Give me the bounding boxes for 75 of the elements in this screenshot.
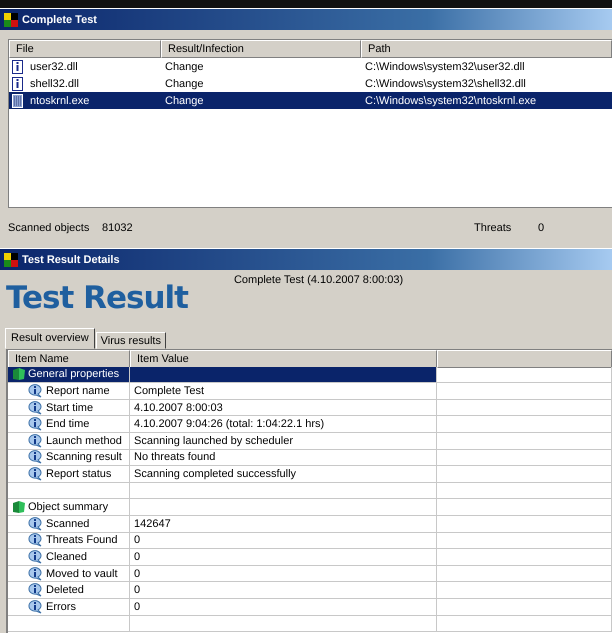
info-icon: [28, 417, 44, 432]
item-value: 0: [130, 598, 437, 616]
app-logo-icon: [4, 12, 18, 26]
info-icon: [28, 583, 44, 598]
item-value: No threats found: [130, 450, 437, 466]
column-header[interactable]: Item Value: [130, 350, 437, 368]
item-name: Report status: [46, 468, 112, 480]
item-value: 142647: [130, 516, 437, 533]
info-icon: [28, 600, 44, 614]
file-row[interactable]: ntoskrnl.exe Change C:\Windows\system32\ntoskrnl.exe: [9, 92, 612, 109]
result-text: Change: [164, 94, 205, 106]
item-name: Cleaned: [46, 550, 87, 563]
scanned-label: Scanned objects: [8, 222, 90, 234]
item-name: Moved to vault: [46, 568, 118, 580]
threats-label: Threats: [474, 222, 512, 234]
item-value: 4.10.2007 8:00:03: [130, 400, 437, 416]
group-row[interactable]: General properties: [8, 366, 130, 384]
info-icon: [28, 434, 44, 448]
item-name: Report name: [46, 384, 110, 397]
item-value: 0: [130, 566, 437, 582]
column-header[interactable]: Result/Infection: [161, 40, 361, 58]
item-value: 0: [130, 549, 437, 566]
item-name: Scanned: [46, 518, 90, 530]
file-name: shell32.dll: [29, 78, 79, 90]
item-value: 4.10.2007 9:04:26 (total: 1:04:22.1 hrs): [130, 416, 437, 433]
window-title: Test Result Details: [22, 254, 120, 266]
info-icon: [28, 550, 44, 564]
file-row[interactable]: shell32.dll Change C:\Windows\system32\shell32.dll: [9, 75, 612, 92]
tab[interactable]: Result overview: [5, 328, 95, 349]
report-heading: Test Result: [6, 280, 188, 316]
item-name: End time: [46, 418, 90, 430]
info-file-icon: [12, 76, 23, 90]
info-icon: [28, 400, 44, 415]
item-value: 0: [130, 532, 437, 550]
info-icon: [28, 533, 44, 548]
column-header[interactable]: Item Name: [8, 350, 130, 368]
column-header[interactable]: [437, 350, 612, 368]
binary-file-icon: [12, 94, 23, 108]
group-label: Object summary: [28, 501, 108, 514]
column-header[interactable]: Path: [361, 40, 612, 58]
item-name: Start time: [46, 402, 94, 414]
path-text: C:\Windows\system32\user32.dll: [364, 60, 526, 72]
report-subtitle: Complete Test (4.10.2007 8:00:03): [234, 274, 404, 286]
item-value: Scanning completed successfully: [130, 466, 437, 483]
info-icon: [28, 516, 44, 531]
group-icon: [12, 500, 26, 514]
group-label: General properties: [28, 368, 120, 380]
item-name: Launch method: [46, 434, 122, 447]
item-value: Complete Test: [130, 383, 437, 400]
item-name: Deleted: [46, 584, 84, 596]
path-text: C:\Windows\system32\shell32.dll: [364, 78, 527, 90]
threats-value: 0: [538, 222, 546, 234]
tab[interactable]: Virus results: [96, 332, 166, 349]
file-row[interactable]: user32.dll Change C:\Windows\system32\user32.dll: [9, 58, 612, 75]
path-text: C:\Windows\system32\ntoskrnl.exe: [364, 94, 538, 106]
item-name: Threats Found: [46, 534, 118, 546]
item-value: 0: [130, 582, 437, 599]
info-icon: [28, 384, 44, 398]
item-name: Errors: [46, 600, 76, 613]
column-header[interactable]: File: [9, 40, 161, 58]
group-icon: [12, 367, 26, 382]
info-file-icon: [12, 60, 23, 74]
file-name: ntoskrnl.exe: [29, 94, 90, 106]
result-text: Change: [164, 78, 205, 90]
info-icon: [28, 450, 44, 464]
scanned-value: 81032: [102, 222, 134, 234]
info-icon: [28, 566, 44, 581]
item-name: Scanning result: [46, 451, 122, 464]
app-logo-icon: [4, 252, 18, 266]
window-title: Complete Test: [22, 14, 97, 26]
info-icon: [28, 466, 44, 481]
group-row[interactable]: Object summary: [8, 499, 130, 516]
result-text: Change: [164, 60, 205, 72]
item-value: Scanning launched by scheduler: [130, 432, 437, 450]
file-name: user32.dll: [29, 60, 78, 72]
